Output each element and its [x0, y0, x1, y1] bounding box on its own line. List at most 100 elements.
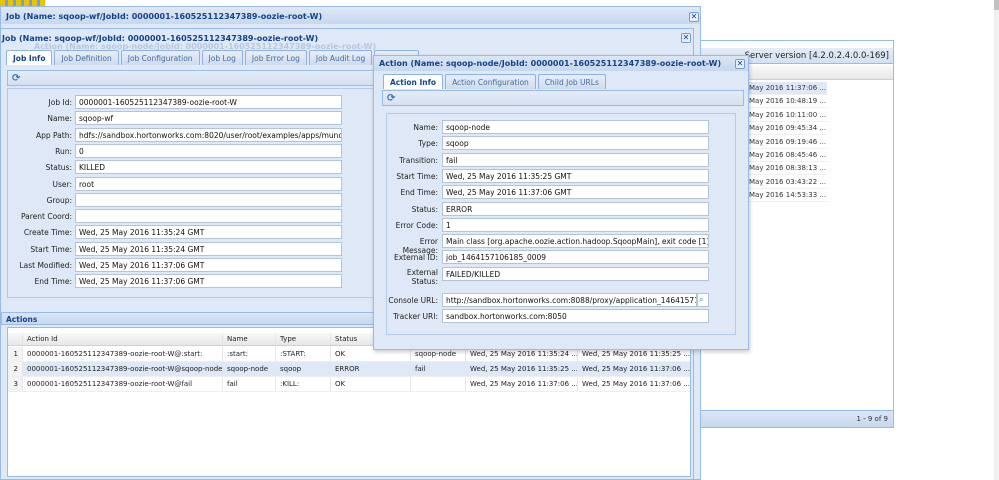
field-input[interactable]: 1 — [442, 217, 709, 232]
search-icon[interactable]: ⌕ — [697, 293, 709, 307]
table-row[interactable]: 2 0000001-160525112347389-oozie-root-W@sq… — [8, 362, 692, 377]
window-title: Action (Name: sqoop-node/JobId: 0000001-… — [374, 56, 748, 71]
row-number: 2 — [8, 362, 23, 376]
table-cell: Wed, 25 May 2016 11:37:06 ... — [578, 377, 692, 391]
field-label: Start Time: — [396, 171, 438, 181]
close-icon[interactable]: ✕ — [735, 59, 745, 69]
field-label: End Time: — [34, 277, 72, 287]
table-cell: OK — [331, 377, 411, 391]
refresh-icon[interactable]: ⟳ — [12, 73, 20, 84]
field-input[interactable]: sqoop — [442, 136, 709, 151]
job-date-cell[interactable]: May 2016 10:48:19 ... — [747, 95, 827, 109]
window-title: Job (Name: sqoop-wf/JobId: 0000001-16052… — [1, 9, 700, 24]
field-label: Group: — [46, 195, 72, 205]
window-title: Job (Name: sqoop-wf/JobId: 0000001-16052… — [2, 34, 319, 43]
refresh-icon[interactable]: ⟳ — [387, 93, 395, 104]
field-label: Tracker URI: — [393, 312, 438, 322]
field-input[interactable]: job_1464157106185_0009 — [442, 250, 709, 265]
column-header[interactable]: Action Id — [23, 333, 223, 345]
job-date-cell[interactable]: May 2016 14:53:33 ... — [747, 189, 827, 203]
action-window: Action (Name: sqoop-node/JobId: 0000001-… — [373, 55, 749, 350]
column-header[interactable]: Type — [276, 333, 331, 345]
column-header[interactable]: Name — [223, 333, 276, 345]
table-cell: fail — [411, 362, 466, 376]
paging-info: 1 - 9 of 9 — [856, 415, 888, 423]
table-cell: Wed, 25 May 2016 11:37:06 ... — [466, 377, 578, 391]
tab-job-configuration[interactable]: Job Configuration — [120, 50, 200, 65]
field-label: Error Message: — [402, 237, 438, 256]
job-date-cell[interactable]: May 2016 09:45:34 ... — [747, 122, 827, 136]
field-label: Run: — [55, 146, 72, 156]
field-label: Type: — [418, 139, 438, 149]
tab-child-job-urls[interactable]: Child Job URLs — [537, 74, 606, 89]
field-input[interactable] — [75, 209, 342, 224]
close-icon[interactable]: ✕ — [681, 33, 691, 43]
job-tabs: Job Info Job Definition Job Configuration J… — [6, 50, 419, 65]
field-input[interactable]: 0000001-160525112347389-oozie-root-W — [75, 95, 342, 109]
field-label: Status: — [411, 204, 438, 214]
table-cell: 0000001-160525112347389-oozie-root-W@fai… — [23, 377, 223, 391]
field-input[interactable]: 0 — [75, 143, 342, 158]
field-input[interactable]: KILLED — [75, 160, 342, 175]
field-input[interactable]: root — [75, 176, 342, 191]
field-label: External ID: — [393, 253, 438, 263]
field-input[interactable]: sandbox.hortonworks.com:8050 — [442, 309, 709, 324]
job-date-cell[interactable]: May 2016 08:38:13 ... — [747, 162, 827, 176]
table-cell: :START: — [276, 347, 331, 361]
action-toolbar: ⟳ — [382, 90, 744, 106]
table-cell: sqoop-node — [223, 362, 276, 376]
job-date-cell[interactable]: May 2016 10:11:00 ... — [747, 108, 827, 122]
job-date-cell[interactable]: May 2016 11:37:06 ... — [747, 82, 827, 95]
table-cell: Wed, 25 May 2016 11:37:06 ... — [578, 362, 692, 376]
field-label: Console URL: — [388, 296, 438, 305]
job-date-cell[interactable]: May 2016 09:19:46 ... — [747, 135, 827, 149]
field-input[interactable]: FAILED/KILLED — [442, 266, 709, 281]
field-input[interactable]: Wed, 25 May 2016 11:37:06 GMT — [442, 185, 709, 200]
table-cell: :start: — [223, 347, 276, 361]
tab-job-info[interactable]: Job Info — [6, 50, 53, 65]
field-input[interactable]: ERROR — [442, 201, 709, 216]
action-info-form: Name: sqoop-node Type: sqoop Transition: fail… — [386, 113, 736, 335]
job-date-cell[interactable]: May 2016 03:43:22 ... — [747, 175, 827, 189]
field-input[interactable]: Wed, 25 May 2016 11:37:06 GMT — [75, 274, 342, 289]
field-input[interactable]: http://sandbox.hortonworks.com:8088/prox… — [442, 293, 697, 307]
tab-action-configuration[interactable]: Action Configuration — [445, 74, 536, 89]
action-tabs: Action Info Action Configuration Child Job… — [383, 74, 606, 89]
field-input[interactable]: sqoop-wf — [75, 111, 342, 126]
job-date-cell[interactable]: May 2016 08:45:46 ... — [747, 149, 827, 162]
tab-job-definition[interactable]: Job Definition — [54, 50, 119, 65]
field-label: Create Time: — [23, 228, 72, 238]
tab-job-error-log[interactable]: Job Error Log — [244, 50, 307, 65]
field-input[interactable]: sqoop-node — [442, 120, 709, 134]
field-input[interactable] — [75, 192, 342, 207]
field-input[interactable]: fail — [442, 152, 709, 167]
table-cell: Wed, 25 May 2016 11:35:25 ... — [466, 362, 578, 376]
field-label: Start Time: — [30, 244, 72, 254]
field-input[interactable]: Wed, 25 May 2016 11:35:24 GMT — [75, 241, 342, 256]
field-label: Parent Coord: — [20, 212, 72, 222]
table-cell: sqoop — [276, 362, 331, 376]
table-row[interactable]: 3 0000001-160525112347389-oozie-root-W@fa… — [8, 377, 692, 392]
field-label: External Status: — [406, 267, 438, 286]
field-label: End Time: — [400, 188, 438, 198]
field-input[interactable]: Wed, 25 May 2016 11:35:25 GMT — [442, 168, 709, 183]
table-cell: 0000001-160525112347389-oozie-root-W@sqo… — [23, 362, 223, 376]
tab-action-info[interactable]: Action Info — [383, 74, 444, 89]
field-input[interactable]: Main class [org.apache.oozie.action.hado… — [442, 234, 709, 249]
field-label: App Path: — [35, 130, 72, 140]
tab-job-log[interactable]: Job Log — [201, 50, 243, 65]
column-header[interactable] — [8, 333, 23, 345]
tab-job-audit-log[interactable]: Job Audit Log — [308, 50, 373, 65]
field-label: Job Id: — [48, 98, 72, 107]
table-cell: 0000001-160525112347389-oozie-root-W@:st… — [23, 347, 223, 361]
field-label: Last Modified: — [19, 261, 72, 270]
field-input[interactable]: Wed, 25 May 2016 11:37:06 GMT — [75, 258, 342, 272]
field-label: Transition: — [399, 155, 438, 165]
close-icon[interactable]: ✕ — [689, 12, 699, 22]
field-input[interactable]: hdfs://sandbox.hortonworks.com:8020/user… — [75, 127, 342, 142]
field-input[interactable]: Wed, 25 May 2016 11:35:24 GMT — [75, 225, 342, 240]
server-version: Server version [4.2.0.2.4.0.0-169] — [744, 51, 889, 61]
field-label: Name: — [413, 123, 438, 132]
field-label: Error Code: — [395, 220, 438, 230]
page-scrollbar[interactable] — [994, 0, 999, 480]
